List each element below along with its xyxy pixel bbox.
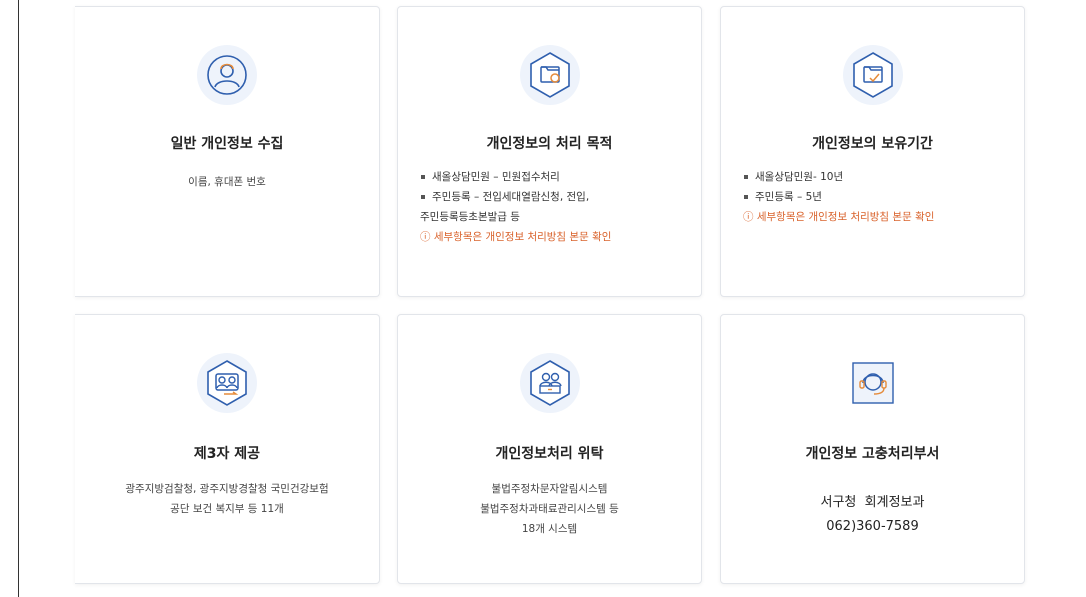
folder-clock-icon — [841, 43, 905, 107]
card-description: 광주지방검찰청, 광주지방경찰청 국민건강보험 공단 보건 복지부 등 11개 — [75, 479, 379, 519]
card-title: 개인정보의 처리 목적 — [486, 136, 613, 152]
people-share-icon — [195, 351, 259, 415]
description-line: 공단 보건 복지부 등 11개 — [170, 503, 284, 515]
description-line: 18개 시스템 — [521, 523, 578, 535]
card-personal-info-collection: 일반 개인정보 수집 이름, 휴대폰 번호 — [75, 6, 380, 297]
description-line: 불법주정차과태료관리시스템 등 — [480, 503, 619, 515]
phone-number: 062)360-7589 — [826, 519, 919, 534]
document-folder-icon — [518, 43, 582, 107]
list-item: 주민등록 – 전입세대열람신청, 전입, — [420, 187, 691, 207]
card-retention-period: 개인정보의 보유기간 새올상담민원- 10년 주민등록 – 5년 ⓘ 세부항목은… — [720, 6, 1025, 297]
card-description: 불법주정차문자알림시스템 불법주정차과태료관리시스템 등 18개 시스템 — [398, 479, 701, 539]
card-title: 개인정보 고충처리부서 — [805, 446, 940, 462]
list-item: 주민등록 – 5년 — [743, 187, 1014, 207]
headset-icon — [841, 351, 905, 415]
card-title: 제3자 제공 — [193, 446, 261, 462]
description-line: 불법주정차문자알림시스템 — [491, 483, 608, 495]
card-grievance-department: 개인정보 고충처리부서 서구청 회계정보과 062)360-7589 — [720, 314, 1025, 584]
card-title: 일반 개인정보 수집 — [170, 136, 284, 152]
contact-info: 서구청 회계정보과 062)360-7589 — [721, 491, 1024, 539]
card-title: 개인정보처리 위탁 — [495, 446, 604, 462]
card-processing-purpose: 개인정보의 처리 목적 새올상담민원 – 민원접수처리 주민등록 – 전입세대열… — [397, 6, 702, 297]
description-line: 광주지방검찰청, 광주지방경찰청 국민건강보험 — [125, 483, 329, 495]
left-border-line — [18, 0, 19, 597]
description-line: 이름, 휴대폰 번호 — [188, 176, 266, 188]
list-item-continuation: 주민등록등초본발급 등 — [420, 211, 520, 223]
card-processing-outsourcing: 개인정보처리 위탁 불법주정차문자알림시스템 불법주정차과태료관리시스템 등 1… — [397, 314, 702, 584]
department-name: 서구청 회계정보과 — [820, 495, 925, 510]
card-third-party-provision: 제3자 제공 광주지방검찰청, 광주지방경찰청 국민건강보험 공단 보건 복지부… — [75, 314, 380, 584]
people-monitor-icon — [518, 351, 582, 415]
card-description: 이름, 휴대폰 번호 — [75, 172, 379, 192]
person-icon — [195, 43, 259, 107]
list-item: 새올상담민원 – 민원접수처리 — [420, 167, 691, 187]
list-item: 새올상담민원- 10년 — [743, 167, 1014, 187]
privacy-info-grid: 일반 개인정보 수집 이름, 휴대폰 번호 개인정보의 처리 목적 새올상담민원… — [75, 6, 1075, 586]
retention-list: 새올상담민원- 10년 주민등록 – 5년 ⓘ 세부항목은 개인정보 처리방침 … — [743, 167, 1014, 227]
detail-note: ⓘ 세부항목은 개인정보 처리방침 본문 확인 — [743, 211, 935, 223]
purpose-list: 새올상담민원 – 민원접수처리 주민등록 – 전입세대열람신청, 전입, 주민등… — [420, 167, 691, 247]
card-title: 개인정보의 보유기간 — [812, 136, 933, 152]
detail-note: ⓘ 세부항목은 개인정보 처리방침 본문 확인 — [420, 231, 612, 243]
